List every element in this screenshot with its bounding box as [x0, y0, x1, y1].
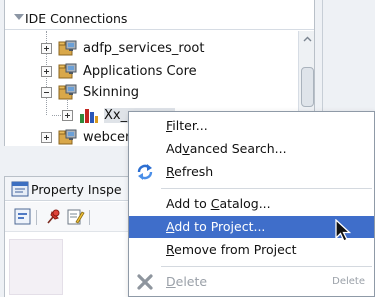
property-inspector-icon [11, 181, 29, 197]
menu-separator [161, 188, 372, 189]
menu-item-refresh[interactable]: Refresh [129, 161, 374, 183]
tree-item-label: Skinning [83, 84, 139, 100]
ide-connections-title: IDE Connections [25, 11, 128, 26]
menu-item-filter[interactable]: Filter... [129, 115, 374, 137]
menu-item-label: Add to Catalog... [166, 196, 271, 211]
ide-connections-header[interactable]: IDE Connections [5, 8, 314, 30]
collapse-icon[interactable] [41, 86, 52, 98]
property-inspector-title: Property Inspe [31, 182, 122, 197]
menu-item-add-to-catalog[interactable]: Add to Catalog... [129, 193, 374, 215]
menu-item-label: Refresh [166, 164, 214, 179]
menu-item-label: Filter... [166, 118, 208, 133]
tree-item-applications-core[interactable]: Applications Core [41, 61, 197, 81]
folder-connection-icon [58, 40, 77, 56]
tree-item-label: Applications Core [83, 63, 197, 79]
toolbar-separator [36, 210, 37, 225]
edit-document-icon[interactable] [65, 207, 85, 227]
tree-item-label: adfp_services_root [83, 40, 205, 56]
menu-item-label: Advanced Search... [166, 141, 287, 156]
chart-object-icon [80, 109, 98, 123]
property-grid [9, 239, 63, 295]
collapse-triangle-icon[interactable] [14, 14, 24, 20]
scroll-up-icon[interactable] [303, 35, 312, 44]
tree-item-webcenter[interactable]: webcer [41, 127, 130, 146]
folder-connection-icon [58, 63, 77, 79]
menu-item-label: Add to Project... [166, 219, 266, 234]
tree-item-label: webcer [83, 129, 131, 145]
delete-icon [137, 274, 153, 290]
toolbar-separator [89, 210, 90, 225]
scroll-thumb[interactable] [301, 67, 314, 107]
menu-separator [161, 266, 372, 267]
edit-properties-icon[interactable] [13, 207, 33, 227]
pin-icon[interactable] [43, 207, 63, 227]
menu-item-advanced-search[interactable]: Advanced Search... [129, 138, 374, 160]
context-menu: Filter... Advanced Search... Refresh Add… [128, 111, 375, 297]
tree-item-adfp-services-root[interactable]: adfp_services_root [41, 38, 204, 58]
tree-item-skinning[interactable]: Skinning [41, 82, 139, 102]
expand-icon[interactable] [62, 109, 73, 121]
folder-connection-icon [58, 84, 77, 100]
menu-item-label: Remove from Project [166, 242, 297, 257]
menu-item-label: Delete [166, 274, 208, 289]
expand-icon[interactable] [41, 65, 52, 77]
menu-item-shortcut: Delete [332, 276, 365, 287]
expand-icon[interactable] [41, 42, 52, 54]
refresh-icon [137, 164, 153, 180]
expand-icon[interactable] [41, 131, 52, 143]
folder-connection-icon [58, 129, 77, 145]
menu-item-delete[interactable]: Delete Delete [129, 271, 374, 293]
mouse-pointer-icon [335, 219, 352, 242]
